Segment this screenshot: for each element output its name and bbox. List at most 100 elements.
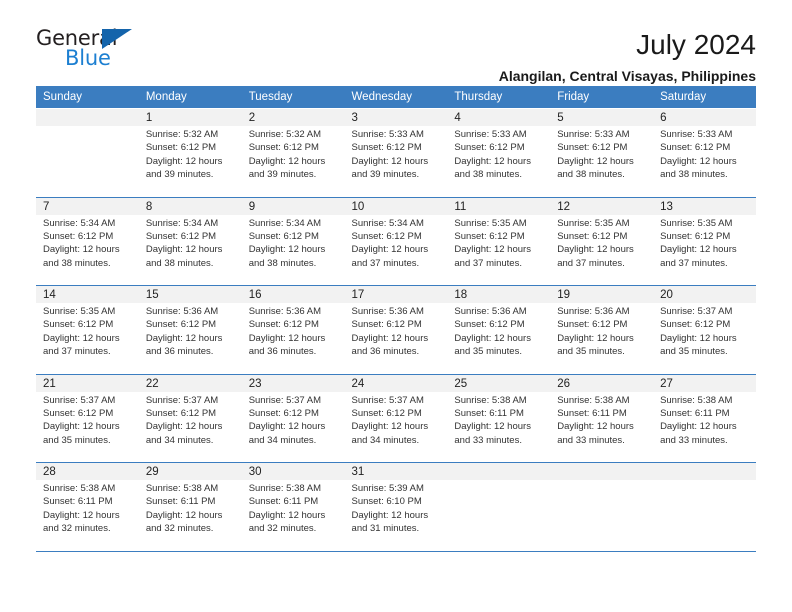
day-number[interactable]: 17 (344, 285, 448, 303)
day-info-line: and 38 minutes. (145, 257, 214, 269)
day-cell[interactable]: Sunrise: 5:32 AM Sunset: 6:12 PM Daylight:… (241, 126, 345, 197)
day-info-line: Daylight: 12 hours (248, 332, 326, 344)
day-cell[interactable]: Sunrise: 5:38 AM Sunset: 6:11 PM Daylight:… (550, 391, 654, 463)
day-info-line: Sunset: 6:12 PM (43, 319, 114, 331)
day-number[interactable]: 25 (447, 373, 551, 392)
day-cell[interactable]: Sunrise: 5:38 AM Sunset: 6:11 PM Daylight:… (36, 480, 139, 551)
day-cell[interactable]: Sunrise: 5:39 AM Sunset: 6:10 PM Daylight:… (344, 480, 448, 551)
day-info-line: and 33 minutes. (454, 434, 522, 446)
day-number[interactable]: 5 (550, 108, 654, 126)
day-number[interactable]: 20 (653, 285, 756, 303)
day-info-line: Daylight: 12 hours (660, 155, 737, 167)
day-number[interactable]: 1 (138, 108, 242, 126)
day-number[interactable]: 21 (36, 373, 139, 392)
day-number[interactable]: 23 (241, 373, 345, 392)
day-cell[interactable]: Sunrise: 5:34 AM Sunset: 6:12 PM Daylight:… (241, 214, 345, 286)
day-info-line: Sunrise: 5:38 AM (660, 394, 733, 406)
day-number[interactable]: 12 (550, 196, 654, 215)
day-info-line: Sunrise: 5:32 AM (145, 129, 219, 140)
day-number[interactable]: 29 (138, 462, 242, 480)
day-info-line: Daylight: 12 hours (351, 155, 429, 167)
day-info-line: Daylight: 12 hours (351, 421, 429, 433)
day-info-line: Sunrise: 5:33 AM (557, 129, 630, 140)
day-cell[interactable]: Sunrise: 5:32 AM Sunset: 6:12 PM Daylight:… (138, 126, 242, 197)
day-info-line: Sunrise: 5:33 AM (660, 129, 733, 140)
day-number[interactable]: 8 (138, 196, 242, 215)
day-cell[interactable]: Sunrise: 5:37 AM Sunset: 6:12 PM Daylight:… (653, 303, 756, 374)
day-number[interactable]: 18 (447, 285, 551, 303)
day-cell[interactable]: Sunrise: 5:36 AM Sunset: 6:12 PM Daylight:… (138, 303, 242, 374)
day-cell[interactable]: Sunrise: 5:38 AM Sunset: 6:11 PM Daylight:… (241, 480, 345, 551)
day-info-line: Sunset: 6:12 PM (351, 319, 422, 331)
day-info-line: Daylight: 12 hours (43, 244, 120, 256)
day-info-line: Sunset: 6:11 PM (43, 496, 113, 508)
day-number[interactable]: 22 (138, 373, 242, 392)
day-number[interactable]: 27 (653, 373, 756, 392)
day-number[interactable]: 19 (550, 285, 654, 303)
day-cell[interactable]: Sunrise: 5:38 AM Sunset: 6:11 PM Daylight:… (447, 391, 551, 463)
day-number[interactable]: 14 (36, 285, 139, 303)
day-cell[interactable]: Sunrise: 5:36 AM Sunset: 6:12 PM Daylight:… (447, 303, 551, 374)
day-cell[interactable]: Sunrise: 5:37 AM Sunset: 6:12 PM Daylight:… (344, 391, 448, 463)
day-cell[interactable]: Sunrise: 5:33 AM Sunset: 6:12 PM Daylight:… (550, 126, 654, 197)
day-info-line: Sunset: 6:11 PM (248, 496, 319, 508)
day-cell[interactable]: Sunrise: 5:34 AM Sunset: 6:12 PM Daylight:… (138, 214, 242, 286)
day-info-line: and 32 minutes. (43, 523, 111, 535)
day-number[interactable]: 16 (241, 285, 345, 303)
day-info-line: Sunrise: 5:36 AM (248, 306, 322, 317)
day-cell[interactable]: Sunrise: 5:35 AM Sunset: 6:12 PM Daylight:… (550, 214, 654, 286)
day-cell[interactable]: Sunrise: 5:34 AM Sunset: 6:12 PM Daylight:… (36, 214, 139, 286)
day-cell[interactable]: Sunrise: 5:35 AM Sunset: 6:12 PM Daylight:… (36, 303, 139, 374)
day-info-line: Sunrise: 5:38 AM (454, 394, 527, 406)
day-number-empty (653, 462, 756, 480)
day-number[interactable]: 28 (36, 462, 139, 480)
day-cell[interactable]: Sunrise: 5:35 AM Sunset: 6:12 PM Daylight:… (447, 214, 551, 286)
day-info-line: Daylight: 12 hours (43, 332, 120, 344)
day-cell[interactable]: Sunrise: 5:33 AM Sunset: 6:12 PM Daylight:… (344, 126, 448, 197)
day-number[interactable]: 31 (344, 462, 448, 480)
day-number[interactable]: 15 (138, 285, 242, 303)
day-info-line: Daylight: 12 hours (454, 421, 531, 433)
day-number[interactable]: 6 (653, 108, 756, 126)
day-cell[interactable]: Sunrise: 5:38 AM Sunset: 6:11 PM Daylight:… (653, 391, 756, 463)
day-number[interactable]: 24 (344, 373, 448, 392)
day-cell[interactable]: Sunrise: 5:38 AM Sunset: 6:11 PM Daylight:… (138, 480, 242, 551)
day-info-line: Sunset: 6:12 PM (557, 230, 628, 242)
day-cell[interactable]: Sunrise: 5:33 AM Sunset: 6:12 PM Daylight:… (653, 126, 756, 197)
column-header-friday: Friday (550, 86, 654, 109)
day-number[interactable]: 9 (241, 196, 345, 215)
day-info-line: Daylight: 12 hours (248, 155, 326, 167)
day-number[interactable]: 30 (241, 462, 345, 480)
day-number[interactable]: 7 (36, 196, 139, 215)
day-number[interactable]: 2 (241, 108, 345, 126)
day-cell[interactable]: Sunrise: 5:36 AM Sunset: 6:12 PM Daylight:… (241, 303, 345, 374)
day-cell[interactable]: Sunrise: 5:36 AM Sunset: 6:12 PM Daylight:… (550, 303, 654, 374)
day-cell[interactable]: Sunrise: 5:37 AM Sunset: 6:12 PM Daylight:… (36, 391, 139, 463)
day-cell[interactable]: Sunrise: 5:33 AM Sunset: 6:12 PM Daylight:… (447, 126, 551, 197)
day-info-line: Sunrise: 5:35 AM (454, 217, 527, 229)
day-info-line: Sunset: 6:12 PM (145, 142, 217, 154)
day-number[interactable]: 3 (344, 108, 448, 126)
day-number[interactable]: 11 (447, 196, 551, 215)
day-number[interactable]: 4 (447, 108, 551, 126)
day-info-line: and 34 minutes. (145, 434, 214, 446)
day-cell[interactable]: Sunrise: 5:34 AM Sunset: 6:12 PM Daylight:… (344, 214, 448, 286)
day-info-line: and 38 minutes. (454, 169, 522, 181)
day-number[interactable]: 10 (344, 196, 448, 215)
day-info-line: Sunset: 6:12 PM (454, 142, 525, 154)
day-info-line: Sunset: 6:12 PM (351, 407, 422, 419)
day-info-line: Sunrise: 5:37 AM (660, 306, 733, 317)
day-info-line: Sunrise: 5:37 AM (43, 394, 116, 406)
day-info-line: Daylight: 12 hours (557, 332, 634, 344)
day-cell[interactable]: Sunrise: 5:36 AM Sunset: 6:12 PM Daylight:… (344, 303, 448, 374)
day-number[interactable]: 13 (653, 196, 756, 215)
day-number[interactable]: 26 (550, 373, 654, 392)
day-cell-empty (447, 480, 551, 551)
day-info-line: Sunset: 6:12 PM (145, 319, 217, 331)
day-cell[interactable]: Sunrise: 5:37 AM Sunset: 6:12 PM Daylight:… (138, 391, 242, 463)
day-info-line: Sunset: 6:11 PM (145, 496, 216, 508)
day-info-line: Daylight: 12 hours (145, 332, 223, 344)
day-info-line: and 37 minutes. (454, 257, 522, 269)
day-cell[interactable]: Sunrise: 5:37 AM Sunset: 6:12 PM Daylight:… (241, 391, 345, 463)
day-cell[interactable]: Sunrise: 5:35 AM Sunset: 6:12 PM Daylight:… (653, 214, 756, 286)
